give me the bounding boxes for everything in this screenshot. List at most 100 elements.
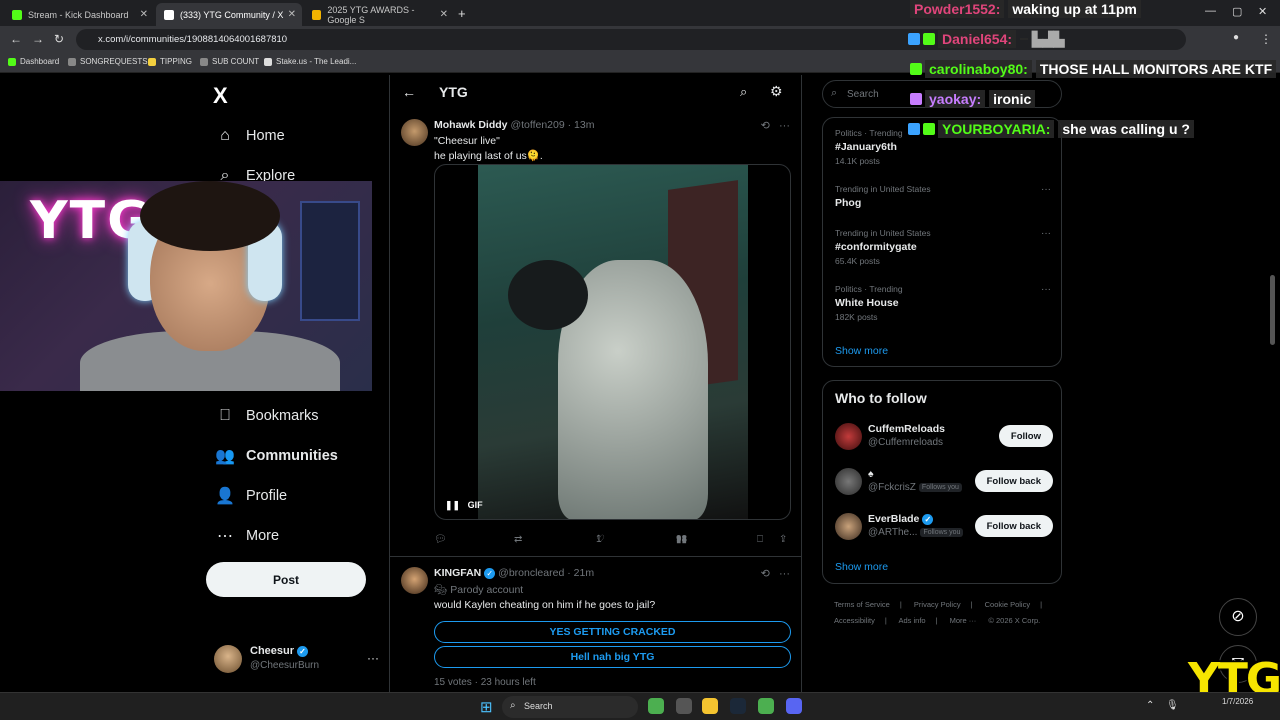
discord-icon[interactable] [786, 698, 802, 714]
trend-item[interactable]: Politics · Trending White House 182K pos… [835, 284, 1055, 322]
follow-suggestion[interactable]: CuffemReloads @Cuffemreloads Follow [835, 423, 1053, 453]
follow-suggestion[interactable]: EverBlade ✓ @ARThe... Follows you Follow b… [835, 513, 1053, 543]
trend-item[interactable]: Trending in United States Phog ··· [835, 184, 1055, 209]
bookmark-songrequests[interactable]: SONGREQUESTS [68, 57, 148, 66]
chrome-icon[interactable] [648, 698, 664, 714]
reload-icon[interactable]: ↻ [54, 32, 64, 46]
tweet-text-line: "Cheesur live" [434, 135, 500, 147]
more-dots-icon[interactable]: ··· [779, 568, 790, 580]
footer-link[interactable]: Accessibility [834, 616, 875, 625]
reply-icon[interactable]: 💬︎ [434, 534, 447, 545]
close-tab-icon[interactable]: ✕ [288, 9, 296, 20]
back-icon[interactable]: ← [10, 32, 22, 46]
avatar[interactable] [401, 567, 428, 594]
scrollbar-thumb[interactable] [1270, 275, 1275, 345]
mic-icon[interactable]: 🎙︎ [1166, 700, 1179, 711]
divider [390, 556, 801, 557]
nav-communities[interactable]: 👥 Communities [214, 445, 338, 467]
windows-start-icon[interactable]: ⊞ [480, 698, 493, 716]
menu-kebab-icon[interactable]: ⋮ [1260, 32, 1272, 46]
post-button[interactable]: Post [206, 562, 366, 597]
bookmark-dashboard[interactable]: Dashboard [8, 57, 59, 66]
footer-link[interactable]: Privacy Policy [914, 600, 961, 609]
author-name[interactable]: KINGFAN [434, 567, 481, 579]
forward-icon[interactable]: → [32, 32, 44, 46]
close-tab-icon[interactable]: ✕ [440, 9, 448, 20]
grok-icon[interactable]: ⟲ [761, 120, 770, 132]
x-logo-icon[interactable]: X [213, 83, 228, 109]
verified-icon: ✓ [484, 567, 496, 579]
poll-option[interactable]: Hell nah big YTG [434, 646, 791, 668]
more-dots-icon[interactable]: ··· [367, 651, 379, 665]
poll-option[interactable]: YES GETTING CRACKED [434, 621, 791, 643]
taskbar-search[interactable]: ⌕ Search [502, 696, 638, 718]
gear-icon[interactable]: ⚙ [770, 83, 783, 100]
search-icon: ⌕ [510, 700, 516, 711]
verified-icon: ✓ [922, 513, 934, 525]
nav-profile[interactable]: 👤 Profile [214, 485, 287, 507]
nav-bookmarks[interactable]: ⎕ Bookmarks [214, 405, 318, 427]
new-tab-icon[interactable]: + [458, 6, 466, 21]
chat-text [1020, 38, 1029, 40]
account-switcher[interactable]: Cheesur ✓ @CheesurBurn ··· [214, 645, 379, 675]
tweet[interactable]: KINGFAN ✓ @broncleared · 21m ⟲ ··· 🎭︎ Par… [390, 567, 801, 692]
app-icon[interactable] [676, 698, 692, 714]
author-name[interactable]: Mohawk Diddy [434, 119, 508, 131]
tray-chevron-icon[interactable]: ⌃ [1146, 700, 1154, 711]
close-tab-icon[interactable]: ✕ [140, 9, 148, 20]
follow-back-button[interactable]: Follow back [974, 470, 1053, 492]
footer-link[interactable]: Cookie Policy [985, 600, 1030, 609]
avatar[interactable] [835, 468, 862, 495]
file-explorer-icon[interactable] [702, 698, 718, 714]
profile-avatar-icon[interactable]: ● [1233, 32, 1239, 43]
repost-icon[interactable]: ⇄ [514, 534, 522, 545]
footer-link[interactable]: More ··· [950, 616, 977, 625]
avatar[interactable] [401, 119, 428, 146]
follow-suggestion[interactable]: ♠ @FckcrisZ Follows you Follow back [835, 468, 1053, 498]
bookmark-icon[interactable]: ⎕ [757, 534, 763, 545]
grok-float-icon[interactable]: ⊘ [1219, 598, 1257, 636]
tab-ytg-awards[interactable]: 2025 YTG AWARDS - Google S ✕ [304, 3, 454, 26]
timestamp[interactable]: 13m [574, 119, 594, 131]
more-dots-icon[interactable]: ··· [1041, 184, 1051, 195]
maximize-icon[interactable]: ▢ [1232, 5, 1242, 18]
clock[interactable]: 1/7/2026 [1222, 696, 1253, 707]
follow-button[interactable]: Follow [998, 425, 1053, 447]
nav-home[interactable]: ⌂ Home [214, 125, 285, 147]
follow-back-button[interactable]: Follow back [974, 515, 1053, 537]
avatar[interactable] [835, 423, 862, 450]
show-more-link[interactable]: Show more [835, 561, 888, 573]
tab-kick-dashboard[interactable]: Stream - Kick Dashboard ✕ [4, 3, 154, 26]
footer-link[interactable]: Ads info [898, 616, 925, 625]
emote-icon: ▙▟▙ [1032, 30, 1065, 47]
bookmark-stake[interactable]: Stake.us - The Leadi... [264, 57, 356, 66]
show-more-link[interactable]: Show more [835, 345, 888, 357]
tweet[interactable]: Mohawk Diddy @toffen209 · 13m ⟲ ··· "Che… [390, 119, 801, 559]
tweet-gif[interactable]: ❚❚ GIF [434, 164, 791, 520]
chrome-alt-icon[interactable] [758, 698, 774, 714]
close-window-icon[interactable]: ✕ [1258, 5, 1267, 18]
author-handle[interactable]: @broncleared [498, 567, 564, 579]
grok-icon[interactable]: ⟲ [761, 568, 770, 580]
more-dots-icon[interactable]: ··· [1041, 228, 1051, 239]
share-icon[interactable]: ⇪ [779, 534, 787, 545]
footer-link[interactable]: Terms of Service [834, 600, 890, 609]
trend-item[interactable]: Trending in United States #conformitygat… [835, 228, 1055, 266]
more-dots-icon[interactable]: ··· [779, 120, 790, 132]
timestamp[interactable]: 21m [574, 567, 594, 579]
search-icon[interactable]: ⌕ [740, 84, 747, 100]
chat-text: waking up at 11pm [1008, 0, 1141, 18]
steam-icon[interactable] [730, 698, 746, 714]
avatar[interactable] [835, 513, 862, 540]
bookmark-tipping[interactable]: TIPPING [148, 57, 192, 66]
author-handle[interactable]: @toffen209 [510, 119, 564, 131]
x-favicon-icon [164, 9, 174, 20]
nav-more[interactable]: ⋯ More [214, 525, 279, 547]
more-dots-icon[interactable]: ··· [1041, 284, 1051, 295]
minimize-icon[interactable]: — [1205, 5, 1216, 17]
bookmark-sub-count[interactable]: SUB COUNT [200, 57, 259, 66]
date-text: 1/7/2026 [1222, 697, 1254, 706]
pause-icon[interactable]: ❚❚ [445, 500, 460, 510]
back-arrow-icon[interactable]: ← [402, 84, 416, 100]
tab-ytg-community[interactable]: (333) YTG Community / X ✕ [156, 3, 302, 26]
